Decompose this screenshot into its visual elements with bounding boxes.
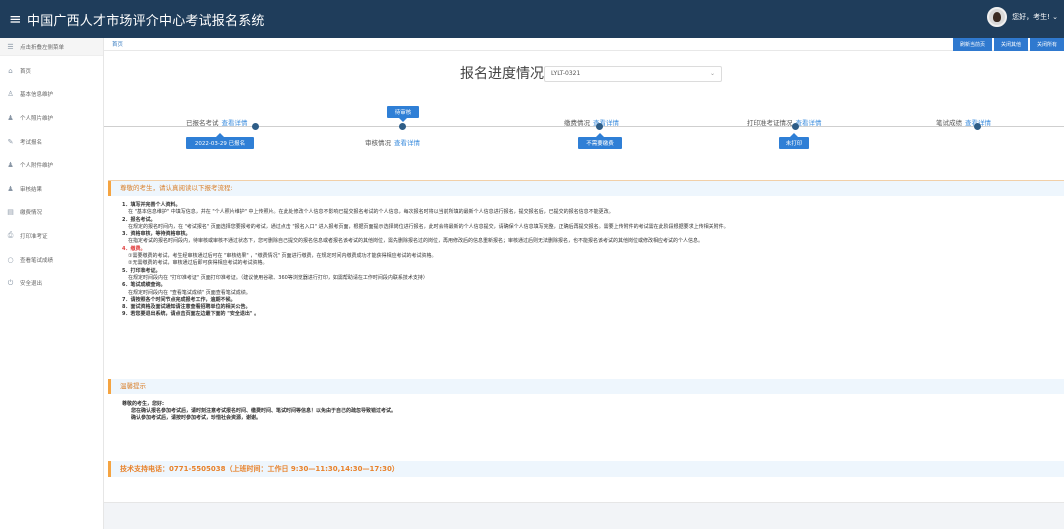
tips-line: 确认参加考试后，请按时参加考试，珍惜社会资源，谢谢。 bbox=[131, 415, 262, 421]
payment-icon: ▤ bbox=[7, 208, 14, 217]
sidebar-item-basic-info[interactable]: ♙ 基本信息维护 bbox=[0, 83, 103, 107]
sidebar-item-label: 缴费情况 bbox=[20, 210, 43, 217]
sidebar-item-label: 安全退出 bbox=[20, 281, 43, 288]
notice-line: 在规定的报名时间内，在 "考试报名" 页面选择您要报考的考试，通过点击 "报名入… bbox=[128, 223, 729, 230]
edit-icon: ✎ bbox=[7, 137, 14, 146]
sidebar-item-review[interactable]: ♟ 审核结果 bbox=[0, 177, 103, 201]
step-label: 笔试成绩 bbox=[936, 119, 962, 127]
sidebar-item-collapse[interactable]: ☰ 点击折叠左侧菜单 bbox=[0, 38, 103, 56]
tips-title: 温馨提示 bbox=[108, 379, 1064, 394]
user-icon: ♙ bbox=[7, 90, 14, 99]
step-label: 已报名考试 bbox=[186, 119, 219, 127]
sidebar-item-label: 审核结果 bbox=[20, 186, 43, 193]
sidebar-item-home[interactable]: ⌂ 首页 bbox=[0, 59, 103, 83]
page-title: 报名进度情况 bbox=[460, 66, 544, 82]
view-details-link[interactable]: 查看详情 bbox=[394, 139, 420, 147]
notice-line: 在 "基本信息维护" 中填写信息，并在 "个人照片维护" 中上传照片。在此处修改… bbox=[128, 209, 614, 216]
notice-line: ②无需缴费的考试，审核通过后即可获得相应考试的考试资格。 bbox=[128, 260, 268, 267]
step-dot bbox=[252, 123, 259, 130]
close-all-button[interactable]: 关闭所有 bbox=[1029, 38, 1064, 51]
user-menu[interactable]: 您好，考生! ⌄ bbox=[987, 7, 1058, 27]
step-label: 审核情况 bbox=[365, 139, 391, 147]
notice-step-title: 4．缴费。 bbox=[122, 245, 146, 252]
footer bbox=[104, 502, 1064, 529]
tips-line: 您在确认报名参加考试后，请时刻注意考试报名时间、缴费时间、笔试时间等信息！以免由… bbox=[131, 408, 397, 414]
step-review: 审核情况 查看详情 bbox=[365, 137, 420, 147]
exam-select-value: LYLT-0321 bbox=[551, 70, 581, 77]
tips-body: 尊敬的考生，您好: 您在确认报名参加考试后，请时刻注意考试报名时间、缴费时间、笔… bbox=[108, 394, 1064, 422]
sidebar-item-label: 点击折叠左侧菜单 bbox=[20, 44, 65, 51]
close-others-button[interactable]: 关闭其他 bbox=[993, 38, 1028, 51]
sidebar: ☰ 点击折叠左侧菜单 ⌂ 首页 ♙ 基本信息维护 ♟ 个人照片维护 ✎ 考试报名 ♟ 个人附… bbox=[0, 38, 104, 529]
step-label: 打印准考证情况 bbox=[747, 119, 793, 127]
menu-icon: ☰ bbox=[7, 42, 14, 51]
step-signed-up: 已报名考试 查看详情 bbox=[186, 117, 248, 127]
search-icon: ○ bbox=[7, 255, 14, 264]
notice-step-title: 9．若您要退出系统，请点击页面左边最下面的 "安全退出" 。 bbox=[122, 311, 260, 318]
sidebar-item-scores[interactable]: ○ 查看笔试成绩 bbox=[0, 248, 103, 272]
step-print-ticket: 打印准考证情况 查看详情 bbox=[747, 117, 822, 127]
person-icon: ♟ bbox=[7, 113, 14, 122]
sidebar-item-photo[interactable]: ♟ 个人照片维护 bbox=[0, 106, 103, 130]
status-badge: 不需要缴费 bbox=[578, 133, 622, 149]
review-icon: ♟ bbox=[7, 184, 14, 193]
step-dot bbox=[399, 123, 406, 130]
notice-body: 1．填写并完善个人资料。在 "基本信息维护" 中填写信息，并在 "个人照片维护"… bbox=[108, 196, 1064, 319]
view-details-link[interactable]: 查看详情 bbox=[796, 119, 822, 127]
status-badge: 待审核 bbox=[387, 106, 419, 122]
sidebar-item-exam-signup[interactable]: ✎ 考试报名 bbox=[0, 130, 103, 154]
tab-home[interactable]: 首页 bbox=[112, 40, 123, 48]
step-dot bbox=[974, 123, 981, 130]
sidebar-item-label: 个人附件维护 bbox=[20, 163, 54, 170]
status-badge: 2022-03-29 已报名 bbox=[186, 133, 254, 149]
exam-select[interactable]: LYLT-0321 ⌄ bbox=[544, 66, 722, 82]
sidebar-item-print-ticket[interactable]: ⎙ 打印准考证 bbox=[0, 224, 103, 248]
sidebar-item-attachments[interactable]: ♟ 个人附件维护 bbox=[0, 153, 103, 177]
power-icon: ⏻ bbox=[7, 278, 14, 287]
notice-step-title: 7．请按照各个时间节点完成报考工作，逾期不候。 bbox=[122, 296, 236, 303]
sidebar-item-label: 打印准考证 bbox=[20, 233, 48, 240]
notice-step-title: 6．笔试成绩查询。 bbox=[122, 282, 166, 289]
chevron-down-icon: ⌄ bbox=[709, 70, 715, 77]
sidebar-item-label: 基本信息维护 bbox=[20, 92, 54, 99]
step-scores: 笔试成绩查看详情 bbox=[936, 117, 991, 127]
top-bar: ≡ 中国广西人才市场评介中心考试报名系统 您好，考生! ⌄ bbox=[0, 0, 1064, 38]
tips-salutation: 尊敬的考生，您好: bbox=[122, 401, 165, 407]
notice-step-title: 5．打印准考证。 bbox=[122, 267, 161, 274]
sidebar-item-label: 考试报名 bbox=[20, 139, 43, 146]
sidebar-item-logout[interactable]: ⏻ 安全退出 bbox=[0, 271, 103, 295]
notice-title: 尊敬的考生，请认真阅读以下报考流程: bbox=[108, 181, 1064, 196]
refresh-page-button[interactable]: 刷新当前页 bbox=[952, 38, 992, 51]
status-badge: 未打印 bbox=[779, 133, 809, 149]
sidebar-item-payment[interactable]: ▤ 缴费情况 bbox=[0, 201, 103, 225]
notice-line: 在指定考试的报名时间段内，待审核或审核不通过状态下，您可删除自己提交的报名信息或… bbox=[128, 238, 704, 245]
support-phone: 技术支持电话：0771-5505038（上班时间：工作日 9:30—11:30,… bbox=[108, 461, 1064, 477]
print-icon: ⎙ bbox=[7, 231, 14, 240]
home-icon: ⌂ bbox=[8, 66, 13, 75]
app-title: 中国广西人才市场评介中心考试报名系统 bbox=[27, 13, 265, 29]
notice-line: 在规定时间段内在 "打印准考证" 页面打印准考证。（建议使用谷歌、360等浏览器… bbox=[128, 274, 428, 281]
sidebar-item-label: 首页 bbox=[20, 68, 32, 75]
step-label: 缴费情况 bbox=[564, 119, 590, 127]
avatar[interactable] bbox=[987, 7, 1008, 27]
tips-panel: 温馨提示 尊敬的考生，您好: 您在确认报名参加考试后，请时刻注意考试报名时间、缴… bbox=[108, 379, 1064, 439]
step-dot bbox=[596, 123, 603, 130]
user-greeting[interactable]: 您好，考生! ⌄ bbox=[1012, 12, 1058, 22]
step-dot bbox=[792, 123, 799, 130]
tab-actions: 刷新当前页 关闭其他 关闭所有 bbox=[952, 38, 1064, 51]
notice-line: 在规定时间段内在 "查看笔试成绩" 页面查看笔试成绩。 bbox=[128, 289, 251, 296]
step-payment: 缴费情况 查看详情 bbox=[564, 117, 619, 127]
sidebar-item-label: 个人照片维护 bbox=[20, 115, 54, 122]
main-content: 报名进度情况 LYLT-0321 ⌄ 已报名考试 查看详情 2022-03-29 … bbox=[104, 51, 1064, 529]
notice-step-title: 2．报名考试。 bbox=[122, 216, 156, 223]
view-details-link[interactable]: 查看详情 bbox=[222, 119, 248, 127]
sidebar-item-label: 查看笔试成绩 bbox=[20, 257, 54, 264]
attachment-icon: ♟ bbox=[7, 161, 14, 170]
hamburger-icon[interactable]: ≡ bbox=[9, 10, 23, 28]
tab-bar: 首页 刷新当前页 关闭其他 关闭所有 bbox=[104, 38, 1064, 51]
notice-step-title: 8．面试资格及面试通知请注意查看招聘单位的相关公告。 bbox=[122, 304, 251, 311]
